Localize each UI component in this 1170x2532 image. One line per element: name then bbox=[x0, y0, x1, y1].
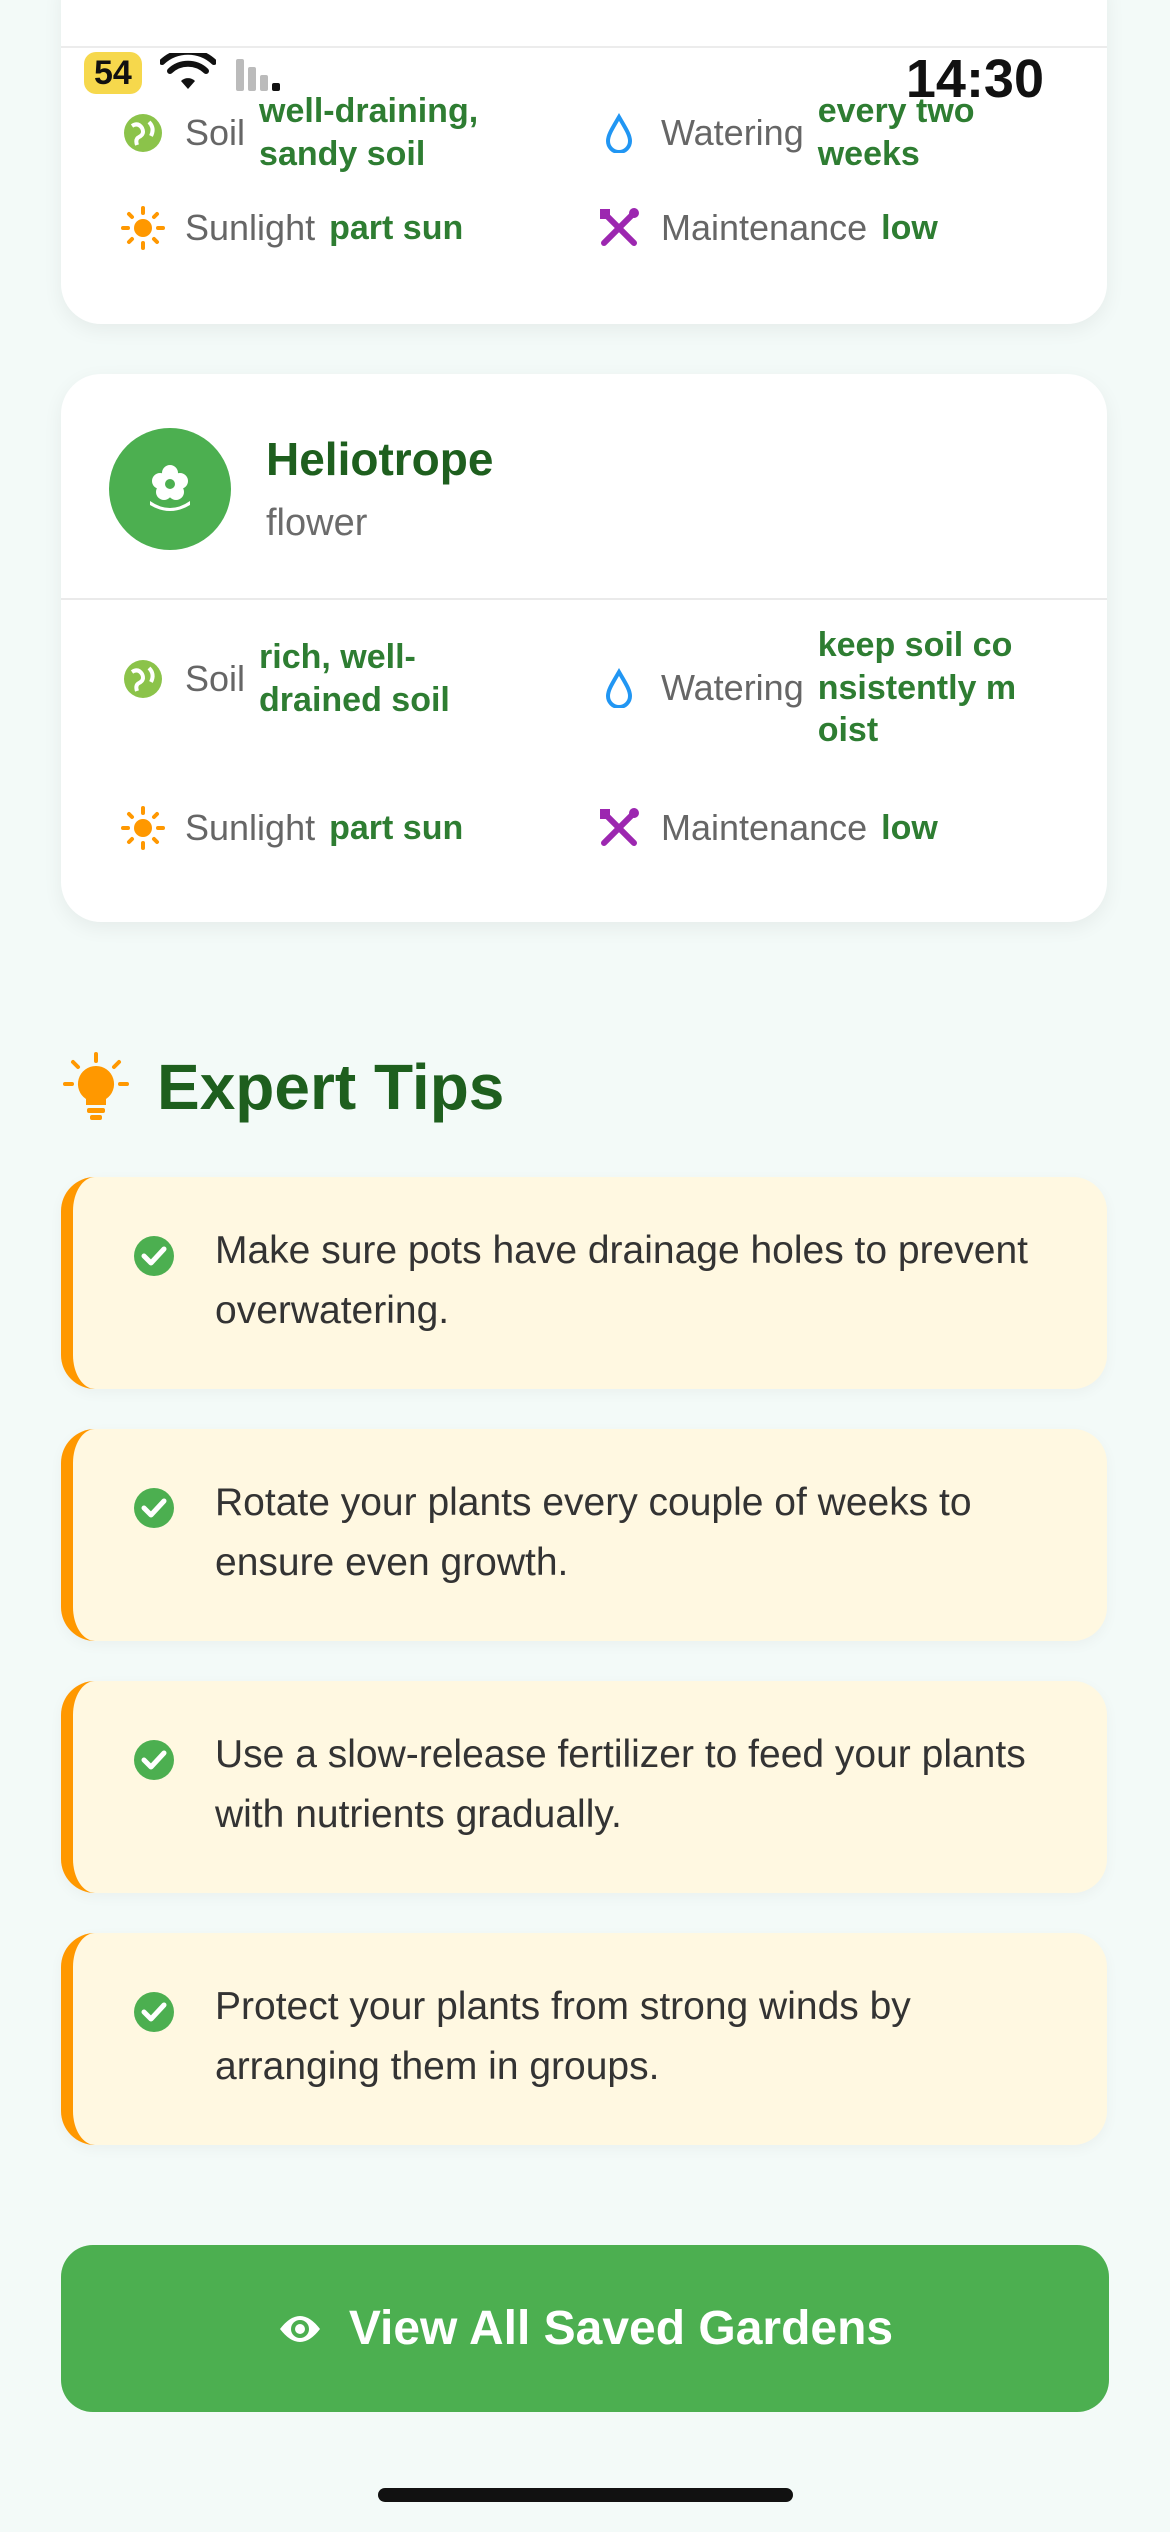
plant-type: flower bbox=[266, 502, 368, 544]
status-bar-left: 54 bbox=[84, 52, 282, 94]
attr-value: rich, well-drained soil bbox=[259, 638, 450, 719]
flower-avatar bbox=[109, 428, 231, 550]
eye-icon bbox=[279, 2315, 320, 2342]
attr-soil: Soil well-draining, sandy soil bbox=[121, 90, 519, 175]
plant-card-heliotrope[interactable]: Heliotrope flower Soil rich, well-draine… bbox=[61, 374, 1107, 922]
attr-value: part sun bbox=[329, 808, 464, 847]
attr-watering: Watering keep soil consistently moist bbox=[597, 624, 1018, 752]
attr-label: Maintenance bbox=[661, 207, 868, 248]
tools-icon bbox=[597, 206, 641, 250]
sun-icon bbox=[121, 206, 165, 250]
tip-card: Protect your plants from strong winds by… bbox=[61, 1933, 1107, 2145]
tip-text: Make sure pots have drainage holes to pr… bbox=[215, 1229, 1029, 1332]
attr-value: part sun bbox=[329, 208, 464, 247]
attr-soil: Soil rich, well-drained soil bbox=[121, 636, 499, 721]
attr-maintenance: Maintenance low bbox=[597, 806, 938, 850]
globe-icon bbox=[121, 111, 165, 155]
tools-icon bbox=[597, 806, 641, 850]
check-circle-icon bbox=[134, 1488, 174, 1528]
check-circle-icon bbox=[134, 1992, 174, 2032]
tip-card: Make sure pots have drainage holes to pr… bbox=[61, 1177, 1107, 1389]
attr-label: Watering bbox=[661, 666, 804, 708]
attr-sunlight: Sunlight part sun bbox=[121, 806, 463, 850]
attr-value: well-draining, sandy soil bbox=[259, 92, 479, 173]
tip-card: Use a slow-release fertilizer to feed yo… bbox=[61, 1681, 1107, 1893]
attr-label: Maintenance bbox=[661, 807, 868, 848]
tip-card: Rotate your plants every couple of weeks… bbox=[61, 1429, 1107, 1641]
attr-label: Soil bbox=[185, 111, 246, 153]
globe-icon bbox=[121, 657, 165, 701]
attr-value: low bbox=[881, 208, 938, 247]
lightbulb-icon bbox=[63, 1052, 129, 1120]
tip-text: Use a slow-release fertilizer to feed yo… bbox=[215, 1733, 1026, 1836]
screen: 54 14:30 Soil well-draining, sandy soil bbox=[0, 0, 1170, 2532]
battery-indicator: 54 bbox=[84, 52, 142, 94]
home-indicator[interactable] bbox=[378, 2488, 793, 2502]
attr-value: keep soil consistently moist bbox=[817, 626, 1017, 749]
status-time: 14:30 bbox=[905, 49, 1044, 109]
check-circle-icon bbox=[134, 1740, 174, 1780]
plant-card-header: Heliotrope flower bbox=[61, 374, 1107, 600]
cta-label: View All Saved Gardens bbox=[348, 2302, 894, 2355]
sun-icon bbox=[121, 806, 165, 850]
signal-icon bbox=[235, 59, 280, 91]
plant-name: Heliotrope bbox=[266, 433, 494, 485]
tip-text: Rotate your plants every couple of weeks… bbox=[215, 1481, 972, 1584]
water-drop-icon bbox=[597, 111, 641, 155]
tip-text: Protect your plants from strong winds by… bbox=[215, 1985, 911, 2088]
attr-label: Sunlight bbox=[185, 807, 316, 848]
attr-label: Soil bbox=[185, 657, 246, 699]
tips-header: Expert Tips bbox=[61, 1050, 504, 1124]
attr-maintenance: Maintenance low bbox=[597, 206, 938, 250]
tips-title: Expert Tips bbox=[157, 1051, 505, 1123]
attr-label: Sunlight bbox=[185, 207, 316, 248]
attr-value: low bbox=[881, 808, 938, 847]
view-saved-gardens-button[interactable]: View All Saved Gardens bbox=[61, 2245, 1109, 2412]
attr-sunlight: Sunlight part sun bbox=[121, 206, 463, 250]
water-drop-icon bbox=[597, 666, 641, 710]
flower-icon bbox=[150, 465, 190, 511]
check-circle-icon bbox=[134, 1236, 174, 1276]
wifi-icon bbox=[159, 53, 216, 89]
attr-label: Watering bbox=[661, 111, 804, 153]
